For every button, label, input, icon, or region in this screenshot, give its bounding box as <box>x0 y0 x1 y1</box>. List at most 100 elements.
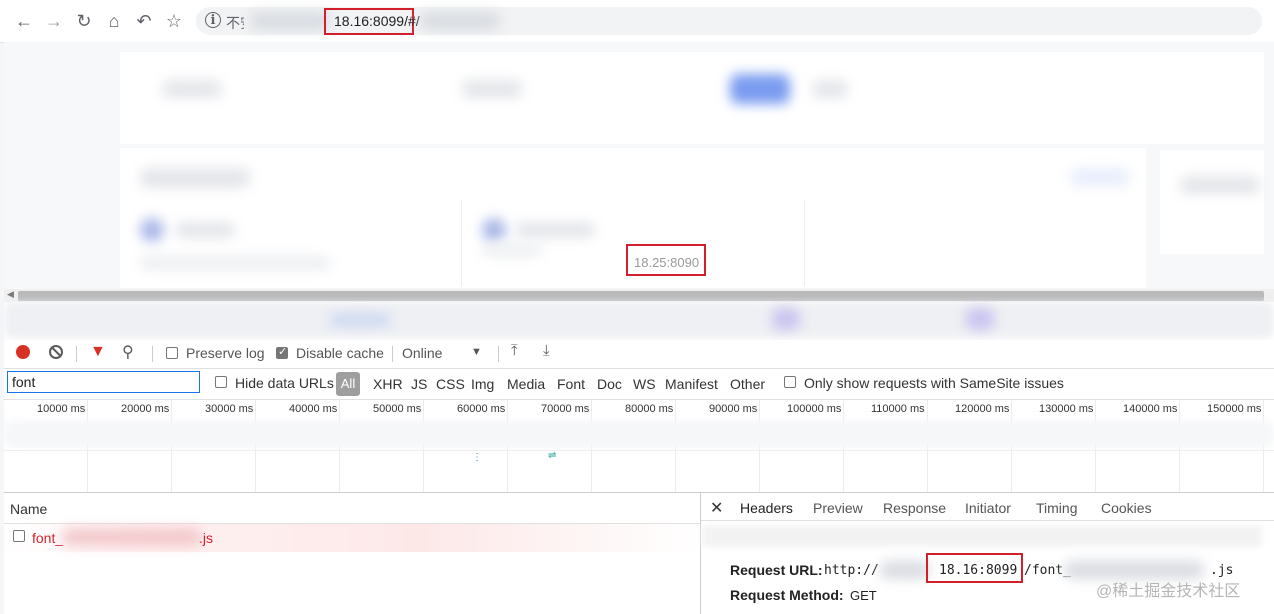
security-label: 不安全 <box>226 15 244 31</box>
request-marker-icon: ⋮ <box>472 452 482 463</box>
timeline-tick-label: 30000 ms <box>205 403 254 415</box>
row-checkbox[interactable] <box>13 530 25 542</box>
timeline-tick-label: 80000 ms <box>625 403 674 415</box>
redacted-text <box>140 256 330 270</box>
reload-icon[interactable]: ↻ <box>74 11 94 31</box>
tab-initiator[interactable]: Initiator <box>965 500 1011 516</box>
redacted-text <box>1180 176 1260 194</box>
type-filter-xhr[interactable]: XHR <box>373 376 403 392</box>
preserve-log-checkbox[interactable] <box>166 347 178 359</box>
export-har-icon[interactable]: ⤓ <box>543 342 550 359</box>
timeline-tick-label: 20000 ms <box>121 403 170 415</box>
redacted-avatar <box>482 218 506 242</box>
tab-preview[interactable]: Preview <box>813 500 863 516</box>
hide-data-urls-checkbox[interactable] <box>215 376 227 388</box>
redacted-timeline-band <box>4 420 1274 448</box>
request-name[interactable]: font_ <box>32 530 63 546</box>
request-url-host: 18.16:8099 <box>939 563 1018 578</box>
type-filter-css[interactable]: CSS <box>436 376 465 392</box>
timeline-tick-label: 70000 ms <box>541 403 590 415</box>
close-icon[interactable]: ✕ <box>710 498 723 518</box>
redacted-nav <box>812 80 848 98</box>
tab-response[interactable]: Response <box>883 500 946 516</box>
tab-timing[interactable]: Timing <box>1036 500 1078 516</box>
type-filter-other[interactable]: Other <box>730 376 765 392</box>
type-filter-js[interactable]: JS <box>411 376 427 392</box>
type-filter-ws[interactable]: WS <box>633 376 656 392</box>
preserve-log-label: Preserve log <box>186 345 265 361</box>
type-filter-doc[interactable]: Doc <box>597 376 622 392</box>
request-name-ext[interactable]: .js <box>199 530 213 546</box>
redacted-tab <box>772 308 800 330</box>
redacted-text <box>175 222 235 238</box>
timeline-tick-label: 140000 ms <box>1123 403 1178 415</box>
scrollbar-thumb[interactable] <box>18 291 1264 301</box>
timeline-tick-label: 120000 ms <box>955 403 1010 415</box>
tab-headers[interactable]: Headers <box>740 500 793 516</box>
clear-icon[interactable] <box>49 345 63 359</box>
type-filter-all[interactable]: All <box>336 372 360 396</box>
scroll-left-arrow-icon[interactable]: ◀ <box>7 289 14 300</box>
redacted-link[interactable] <box>1070 168 1130 186</box>
server-address-label: 18.25:8090 <box>634 255 700 270</box>
separator <box>498 346 499 362</box>
requests-table-header <box>4 493 700 524</box>
redacted-avatar <box>140 218 164 242</box>
dropdown-arrow-icon[interactable]: ▼ <box>471 346 482 358</box>
column-header-name[interactable]: Name <box>10 501 47 517</box>
samesite-label: Only show requests with SameSite issues <box>804 375 1064 391</box>
redacted-tab <box>966 308 994 330</box>
redacted-nav <box>162 80 222 98</box>
filter-input[interactable] <box>7 371 200 393</box>
timeline-tick-label: 60000 ms <box>457 403 506 415</box>
import-har-icon[interactable]: ⤒ <box>511 342 518 359</box>
request-method-label: Request Method: <box>730 587 844 603</box>
redacted-button[interactable] <box>730 74 790 104</box>
disable-cache-checkbox[interactable] <box>276 345 288 359</box>
redacted-url-part <box>250 12 330 30</box>
redacted-section-header <box>702 525 1262 547</box>
forward-arrow-icon[interactable]: → <box>44 11 64 31</box>
disable-cache-label: Disable cache <box>296 345 384 361</box>
timeline-tick-label: 10000 ms <box>37 403 86 415</box>
side-card <box>1160 150 1264 254</box>
record-icon[interactable] <box>16 345 30 359</box>
redacted-text <box>482 244 542 256</box>
timeline-tick-label: 90000 ms <box>709 403 758 415</box>
request-url-scheme: http:// <box>824 563 879 578</box>
separator <box>76 346 77 362</box>
request-marker-icon: ⇌ <box>548 450 557 461</box>
throttling-select[interactable]: Online <box>402 345 442 361</box>
search-icon[interactable]: ⚲ <box>122 342 134 362</box>
tab-cookies[interactable]: Cookies <box>1101 500 1152 516</box>
card-divider <box>461 200 462 286</box>
redacted-url-part <box>880 561 930 579</box>
separator <box>152 346 153 362</box>
redacted-tab <box>330 314 390 326</box>
redacted-nav <box>462 80 522 98</box>
redacted-request-name <box>62 528 202 546</box>
type-filter-font[interactable]: Font <box>557 376 585 392</box>
url-text: 18.16:8099/#/ <box>334 13 420 29</box>
timeline-overview[interactable] <box>4 450 1274 493</box>
type-filter-img[interactable]: Img <box>471 376 494 392</box>
timeline-tick-label: 110000 ms <box>871 403 925 415</box>
type-filter-manifest[interactable]: Manifest <box>665 376 718 392</box>
request-url-ext: .js <box>1210 563 1234 578</box>
type-filter-media[interactable]: Media <box>507 376 545 392</box>
home-icon[interactable]: ⌂ <box>104 11 124 31</box>
timeline-tick-label: 50000 ms <box>373 403 422 415</box>
card-divider <box>804 200 805 286</box>
redacted-devtools-tabs <box>4 302 1274 338</box>
filter-funnel-icon[interactable]: ▼ <box>90 343 106 361</box>
samesite-checkbox[interactable] <box>784 376 796 388</box>
bookmark-star-icon[interactable]: ☆ <box>164 11 184 31</box>
redacted-text <box>515 222 595 238</box>
timeline-tick-label: 130000 ms <box>1039 403 1094 415</box>
timeline-tick-label: 40000 ms <box>289 403 338 415</box>
watermark: @稀土掘金技术社区 <box>1096 583 1241 600</box>
request-url-label: Request URL: <box>730 562 823 578</box>
info-icon[interactable]: i <box>205 12 221 28</box>
back-arrow-icon[interactable]: ← <box>14 11 34 31</box>
undo-icon[interactable]: ↶ <box>134 11 154 31</box>
